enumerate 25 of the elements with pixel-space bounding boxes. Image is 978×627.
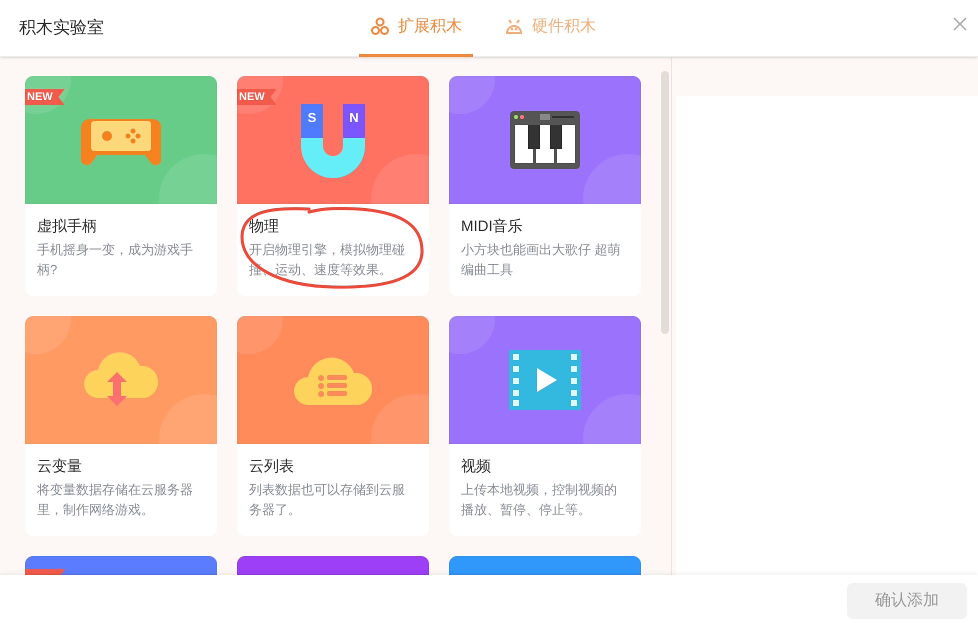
window-title: 积木实验室 xyxy=(19,17,104,40)
robot-face-icon xyxy=(504,17,524,37)
new-badge: NEW xyxy=(25,89,65,105)
film-icon xyxy=(509,350,581,410)
card-title: 云变量 xyxy=(37,457,83,477)
card-description: 上传本地视频，控制视频的播放、暂停、停止等。 xyxy=(461,481,618,519)
card-description: 小方块也能画出大歌仔 超萌编曲工具 xyxy=(461,241,622,279)
close-icon xyxy=(953,17,967,31)
card-description: 将变量数据存储在云服务器里，制作网络游戏。 xyxy=(37,481,194,519)
extension-card[interactable]: 云变量 将变量数据存储在云服务器里，制作网络游戏。 xyxy=(25,316,217,536)
card-description: 列表数据也可以存储到云服务器了。 xyxy=(249,481,406,519)
card-title: 物理 xyxy=(249,217,280,237)
scrollbar-thumb[interactable] xyxy=(661,71,669,334)
piano-icon xyxy=(510,111,580,169)
card-title: 云列表 xyxy=(249,457,295,477)
hexagons-icon xyxy=(370,17,390,37)
card-description: 手机摇身一变，成为游戏手柄? xyxy=(37,241,194,279)
card-title: 视频 xyxy=(461,457,492,477)
new-badge: NEW xyxy=(237,89,277,105)
extension-card[interactable]: NEW 虚拟手柄 手机摇身一变，成为游戏手柄? xyxy=(25,76,217,296)
extension-card[interactable]: 视频 上传本地视频，控制视频的播放、暂停、停止等。 xyxy=(449,316,641,536)
extension-card[interactable]: MIDI音乐 小方块也能画出大歌仔 超萌编曲工具 xyxy=(449,76,641,296)
card-title: MIDI音乐 xyxy=(461,217,524,237)
card-title: 虚拟手柄 xyxy=(37,217,98,237)
extension-card[interactable]: 云列表 列表数据也可以存储到云服务器了。 xyxy=(237,316,429,536)
